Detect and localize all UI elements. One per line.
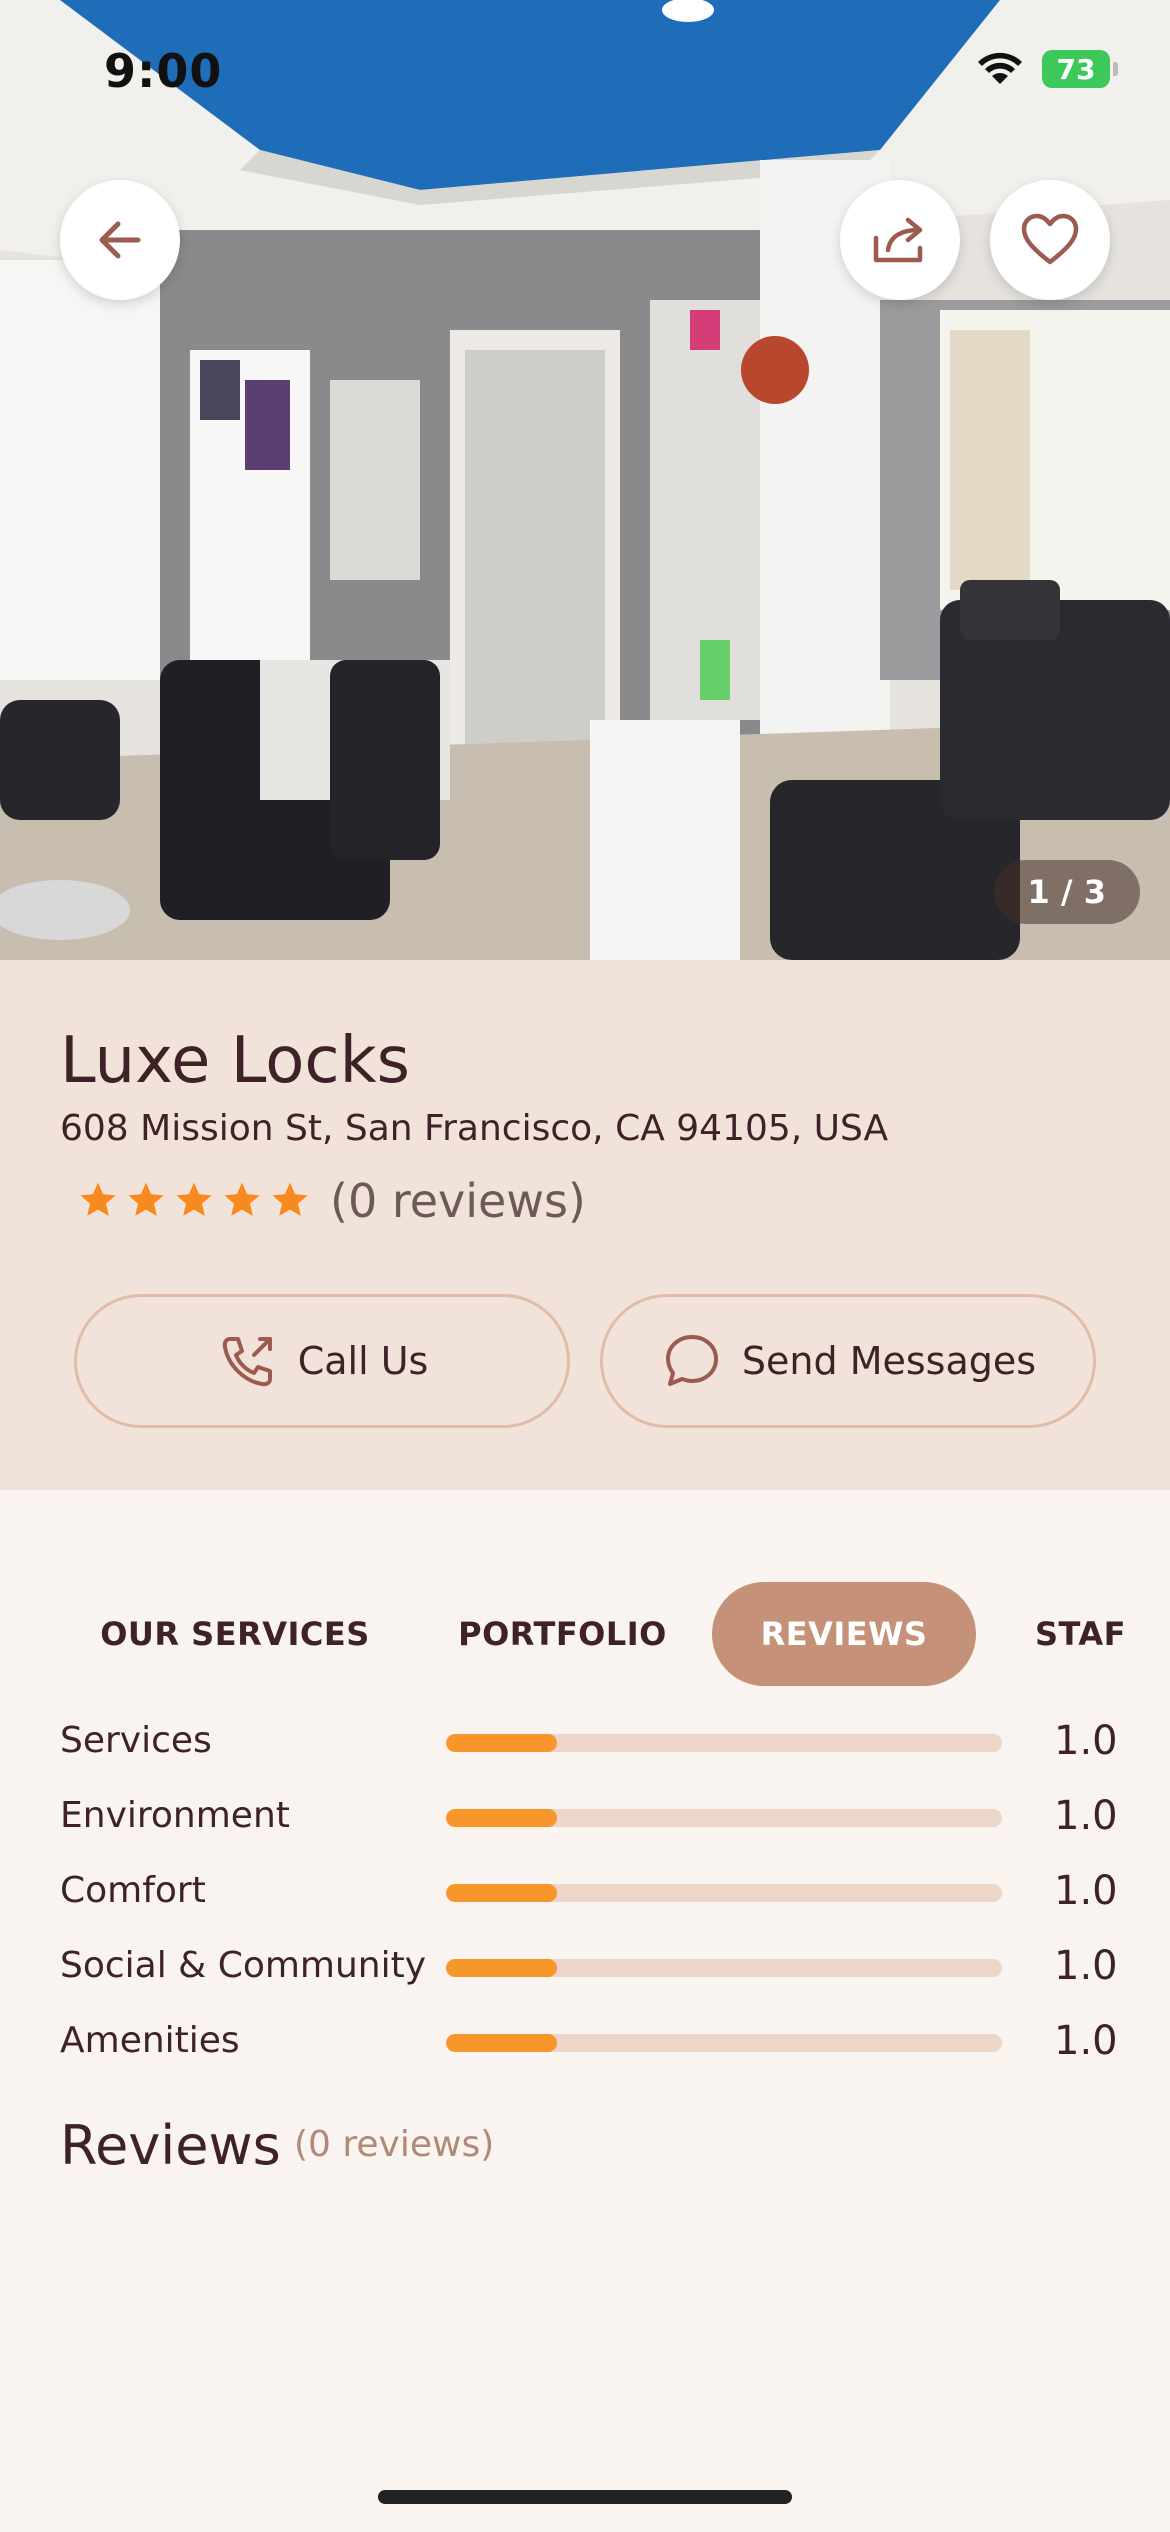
rating-label-environment: Environment	[60, 1795, 290, 1836]
rating-label-services: Services	[60, 1720, 212, 1761]
salon-interior-image	[0, 0, 1170, 960]
message-bubble-icon	[665, 1335, 718, 1386]
back-button[interactable]	[60, 180, 180, 300]
tab-staff[interactable]: STAF	[1020, 1582, 1170, 1686]
heart-icon	[1021, 213, 1079, 265]
gallery-counter: 1 / 3	[993, 860, 1140, 924]
rating-bar-fill	[446, 1884, 558, 1902]
rating-bar-environment	[446, 1809, 1002, 1827]
star-icon	[128, 1182, 164, 1216]
share-icon	[873, 217, 923, 263]
tab-reviews[interactable]: REVIEWS	[712, 1582, 976, 1686]
reviews-count: (0 reviews)	[330, 1174, 586, 1228]
send-messages-label: Send Messages	[741, 1339, 1037, 1383]
phone-call-icon	[222, 1337, 272, 1387]
rating-bar-fill	[446, 1959, 558, 1977]
rating-bar-fill	[446, 2034, 558, 2052]
star-rating	[78, 1180, 310, 1220]
status-time: 9:00	[104, 44, 223, 98]
rating-bar-services	[446, 1734, 1002, 1752]
battery-level: 73	[1056, 52, 1096, 86]
battery-icon: 73	[1042, 50, 1118, 88]
rating-value-services: 1.0	[1054, 1718, 1118, 1764]
rating-bar-fill	[446, 1809, 558, 1827]
rating-value-social-community: 1.0	[1054, 1943, 1118, 1989]
salon-address: 608 Mission St, San Francisco, CA 94105,…	[60, 1108, 889, 1149]
rating-value-environment: 1.0	[1054, 1793, 1118, 1839]
rating-value-amenities: 1.0	[1054, 2018, 1118, 2064]
arrow-left-icon	[99, 221, 141, 259]
rating-label-social-community: Social & Community	[60, 1945, 427, 1986]
home-indicator[interactable]	[378, 2490, 792, 2504]
call-us-label: Call Us	[297, 1339, 429, 1383]
rating-label-amenities: Amenities	[60, 2020, 240, 2061]
status-icons: 73	[976, 50, 1118, 88]
send-messages-button[interactable]: Send Messages	[600, 1294, 1096, 1428]
rating-bar-fill	[446, 1734, 558, 1752]
rating-bar-comfort	[446, 1884, 1002, 1902]
wifi-icon	[978, 52, 1022, 84]
rating-bar-amenities	[446, 2034, 1002, 2052]
rating-label-comfort: Comfort	[60, 1870, 206, 1911]
star-icon	[80, 1182, 116, 1216]
star-icon	[272, 1182, 308, 1216]
favorite-button[interactable]	[990, 180, 1110, 300]
salon-name: Luxe Locks	[60, 1024, 410, 1098]
tab-portfolio[interactable]: PORTFOLIO	[440, 1582, 685, 1686]
share-button[interactable]	[840, 180, 960, 300]
star-icon	[224, 1182, 260, 1216]
star-icon	[176, 1182, 212, 1216]
reviews-heading: Reviews	[60, 2114, 281, 2177]
reviews-subheading: (0 reviews)	[294, 2124, 495, 2165]
rating-value-comfort: 1.0	[1054, 1868, 1118, 1914]
salon-photo[interactable]: 9:00 73 1 / 3	[0, 0, 1170, 960]
tab-our-services[interactable]: OUR SERVICES	[100, 1582, 370, 1686]
rating-bar-social-community	[446, 1959, 1002, 1977]
call-us-button[interactable]: Call Us	[74, 1294, 570, 1428]
